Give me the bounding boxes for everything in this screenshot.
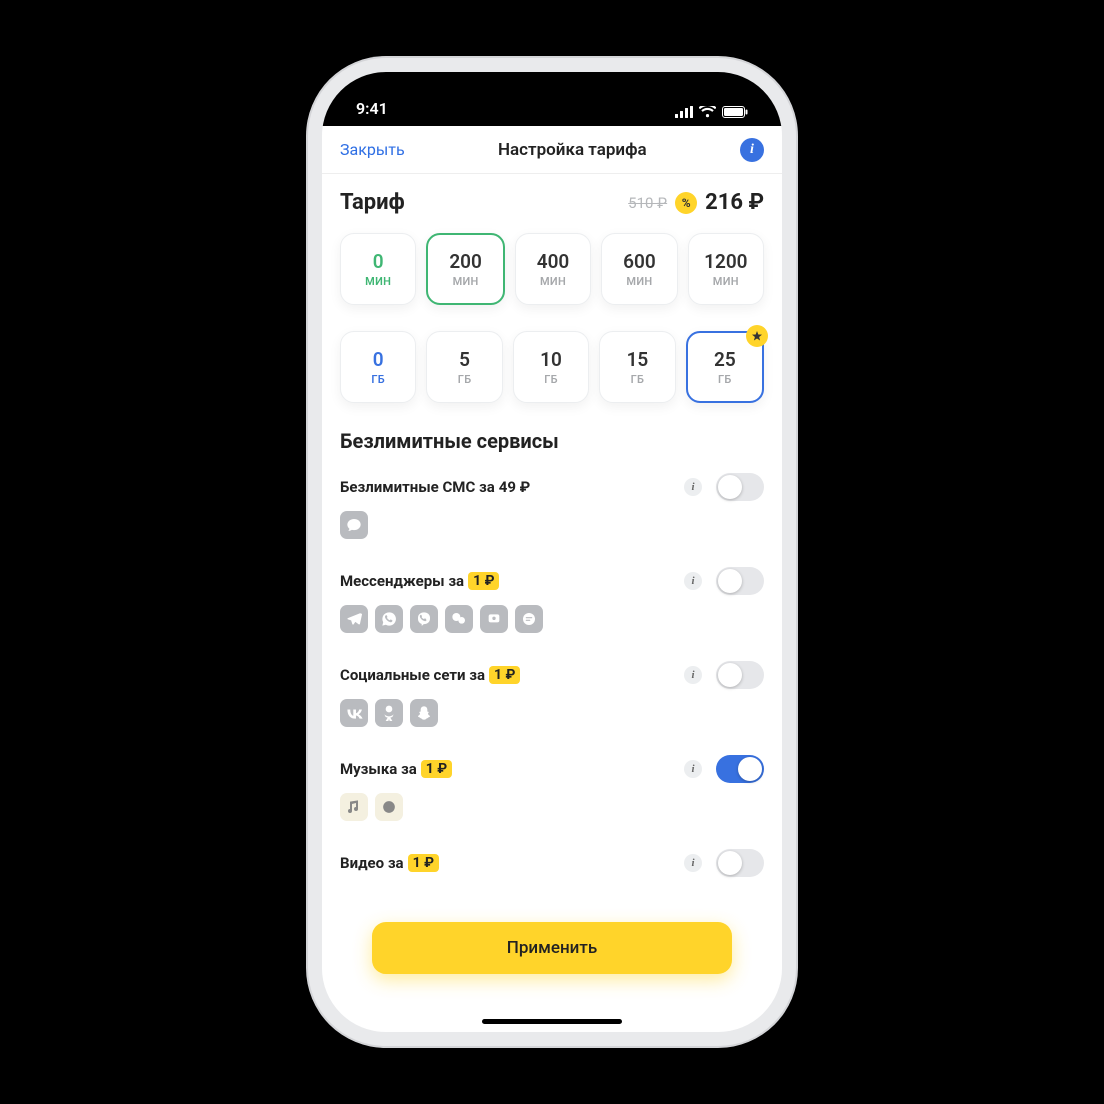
spot-icon: [375, 793, 403, 821]
service-toggle[interactable]: [716, 755, 764, 783]
battery-icon: [722, 106, 748, 118]
row-minutes-option-200[interactable]: 200 МИН: [426, 233, 504, 305]
row-minutes-option-1200[interactable]: 1200 МИН: [688, 233, 764, 305]
service-price-tag: 1 ₽: [408, 854, 439, 872]
whatsapp-icon: [375, 605, 403, 633]
notch: [437, 72, 667, 104]
new-price: 216 ₽: [705, 190, 764, 215]
service-label: Безлимитные СМС за 49 ₽: [340, 478, 530, 496]
navbar: Закрыть Настройка тарифа i: [322, 126, 782, 174]
gb-options: 0 ГБ 5 ГБ 10 ГБ 15 ГБ 25 ГБ: [340, 331, 764, 403]
minutes-options: 0 МИН 200 МИН 400 МИН 600 МИН 1200 МИН: [340, 233, 764, 305]
home-indicator: [482, 1019, 622, 1024]
option-unit: МИН: [453, 275, 479, 288]
option-unit: ГБ: [458, 373, 472, 386]
page-title: Настройка тарифа: [498, 140, 647, 160]
option-unit: МИН: [626, 275, 652, 288]
tariff-price-block: 510 ₽ % 216 ₽: [628, 190, 764, 215]
services-list: Безлимитные СМС за 49 ₽iМессенджеры за 1…: [340, 473, 764, 877]
option-unit: ГБ: [371, 373, 385, 386]
wechat-icon: [445, 605, 473, 633]
signal-icon: [675, 106, 693, 118]
option-value: 15: [627, 348, 649, 371]
row-gb-option-25[interactable]: 25 ГБ: [686, 331, 764, 403]
ok-icon: [375, 699, 403, 727]
apply-button[interactable]: Применить: [372, 922, 732, 974]
telegram-icon: [340, 605, 368, 633]
service-label: Музыка за 1 ₽: [340, 760, 452, 778]
option-value: 600: [623, 250, 656, 273]
service-music: Музыка за 1 ₽ i: [340, 755, 764, 821]
line-icon: [515, 605, 543, 633]
row-gb-option-15[interactable]: 15 ГБ: [599, 331, 675, 403]
option-value: 400: [537, 250, 570, 273]
service-price: 49 ₽: [499, 478, 531, 496]
discount-badge: %: [675, 192, 697, 214]
service-sms: Безлимитные СМС за 49 ₽ i: [340, 473, 764, 539]
row-minutes-option-600[interactable]: 600 МИН: [601, 233, 677, 305]
option-unit: ГБ: [631, 373, 645, 386]
service-app-icons: [340, 605, 764, 633]
option-value: 10: [540, 348, 562, 371]
service-info-button[interactable]: i: [684, 572, 702, 590]
star-badge-icon: [746, 325, 768, 347]
service-label: Мессенджеры за 1 ₽: [340, 572, 499, 590]
row-minutes-option-0[interactable]: 0 МИН: [340, 233, 416, 305]
option-unit: ГБ: [544, 373, 558, 386]
phone-frame: 9:41 Закрыть Настройка тарифа i Тариф 51…: [322, 72, 782, 1032]
service-info-button[interactable]: i: [684, 760, 702, 778]
chat-icon: [340, 511, 368, 539]
wifi-icon: [699, 106, 716, 118]
service-app-icons: [340, 699, 764, 727]
option-value: 1200: [704, 250, 747, 273]
option-value: 25: [714, 348, 736, 371]
viber-icon: [410, 605, 438, 633]
info-button[interactable]: i: [740, 138, 764, 162]
service-app-icons: [340, 511, 764, 539]
option-value: 200: [449, 250, 482, 273]
vk-icon: [340, 699, 368, 727]
apply-float: Применить: [372, 922, 732, 974]
status-indicators: [675, 106, 748, 118]
row-gb-option-0[interactable]: 0 ГБ: [340, 331, 416, 403]
apply-label: Применить: [507, 938, 597, 958]
option-value: 0: [373, 348, 384, 371]
option-unit: ГБ: [718, 373, 732, 386]
option-value: 5: [459, 348, 470, 371]
service-label: Социальные сети за 1 ₽: [340, 666, 520, 684]
service-toggle[interactable]: [716, 567, 764, 595]
row-gb-option-5[interactable]: 5 ГБ: [426, 331, 502, 403]
status-time: 9:41: [356, 99, 388, 118]
service-social: Социальные сети за 1 ₽ i: [340, 661, 764, 727]
row-minutes-option-400[interactable]: 400 МИН: [515, 233, 591, 305]
unlimited-section-title: Безлимитные сервисы: [340, 429, 764, 453]
service-app-icons: [340, 793, 764, 821]
service-price-tag: 1 ₽: [468, 572, 499, 590]
row-gb-option-10[interactable]: 10 ГБ: [513, 331, 589, 403]
option-unit: МИН: [713, 275, 739, 288]
service-toggle[interactable]: [716, 661, 764, 689]
service-label: Видео за 1 ₽: [340, 854, 439, 872]
option-unit: МИН: [365, 275, 391, 288]
kakao-icon: [480, 605, 508, 633]
music-icon: [340, 793, 368, 821]
service-toggle[interactable]: [716, 473, 764, 501]
service-info-button[interactable]: i: [684, 478, 702, 496]
service-messengers: Мессенджеры за 1 ₽ i: [340, 567, 764, 633]
old-price: 510 ₽: [628, 194, 667, 212]
option-unit: МИН: [540, 275, 566, 288]
service-toggle[interactable]: [716, 849, 764, 877]
service-price-tag: 1 ₽: [489, 666, 520, 684]
option-value: 0: [373, 250, 384, 273]
scroll-area[interactable]: Тариф 510 ₽ % 216 ₽ 0 МИН 200 МИН 400 МИН 600 М…: [322, 174, 782, 1032]
service-video: Видео за 1 ₽ i: [340, 849, 764, 877]
service-info-button[interactable]: i: [684, 666, 702, 684]
tariff-title: Тариф: [340, 190, 405, 215]
snap-icon: [410, 699, 438, 727]
service-info-button[interactable]: i: [684, 854, 702, 872]
tariff-header: Тариф 510 ₽ % 216 ₽: [340, 190, 764, 215]
service-price-tag: 1 ₽: [421, 760, 452, 778]
close-button[interactable]: Закрыть: [340, 140, 405, 159]
